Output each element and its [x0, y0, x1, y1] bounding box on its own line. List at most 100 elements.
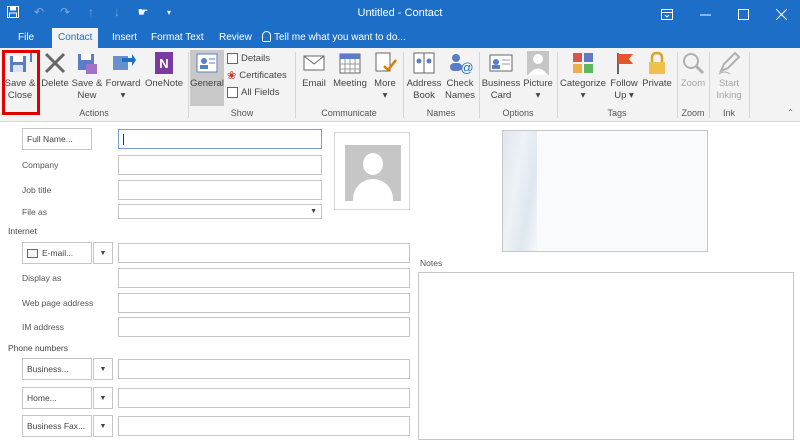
- more-label: More: [374, 78, 396, 89]
- follow-label: Follow: [610, 78, 638, 89]
- web-page-input[interactable]: [118, 293, 410, 313]
- group-label-names: Names: [426, 108, 456, 118]
- group-label-tags: Tags: [607, 108, 627, 118]
- business-fax-dropdown[interactable]: ▼: [93, 415, 113, 437]
- business-phone-dropdown[interactable]: ▼: [93, 358, 113, 380]
- lock-icon: [644, 50, 670, 76]
- follow-up-button[interactable]: Follow Up ▾: [608, 50, 640, 102]
- tab-contact[interactable]: Contact: [52, 28, 99, 48]
- web-page-label: Web page address: [22, 298, 94, 308]
- email-type-dropdown[interactable]: ▼: [93, 242, 113, 264]
- check-names-button[interactable]: @ Check Names: [444, 50, 476, 102]
- picture-label: Picture: [523, 78, 553, 89]
- all-fields-label: All Fields: [241, 87, 280, 98]
- notes-textarea[interactable]: [418, 272, 794, 440]
- business-phone-button[interactable]: Business...: [22, 358, 92, 380]
- business-card-icon: [488, 50, 514, 76]
- business-card-button[interactable]: Business Card: [481, 50, 521, 102]
- lightbulb-icon: [262, 31, 271, 42]
- more-icon: [372, 50, 398, 76]
- full-name-input[interactable]: [118, 129, 322, 149]
- delete-button[interactable]: Delete: [40, 50, 70, 90]
- file-as-select[interactable]: ▼: [118, 204, 322, 219]
- details-label: Details: [241, 53, 271, 64]
- tab-review[interactable]: Review: [213, 28, 258, 48]
- close-icon[interactable]: [762, 0, 800, 28]
- ribbon-tabs: File Contact Insert Format Text Review T…: [0, 28, 800, 48]
- address-book-button[interactable]: Address Book: [405, 50, 443, 102]
- file-as-label: File as: [22, 207, 48, 217]
- business-fax-input[interactable]: [118, 416, 410, 436]
- collapse-ribbon-icon[interactable]: ⌃: [787, 108, 794, 117]
- job-title-input[interactable]: [118, 180, 322, 200]
- business-phone-input[interactable]: [118, 359, 410, 379]
- tab-file[interactable]: File: [12, 28, 40, 48]
- more-dropdown-icon: ▾: [382, 90, 388, 101]
- window-controls: [648, 0, 800, 28]
- im-address-label: IM address: [22, 322, 65, 332]
- categorize-label: Categorize: [560, 78, 606, 89]
- check-names-label-2: Names: [444, 90, 476, 101]
- email-label: Email: [302, 78, 326, 89]
- svg-text:@: @: [460, 60, 473, 75]
- notes-label: Notes: [420, 258, 443, 268]
- forward-label: Forward: [105, 78, 141, 89]
- contact-photo[interactable]: [334, 132, 410, 210]
- start-inking-button[interactable]: Start Inking: [711, 50, 747, 102]
- maximize-icon[interactable]: [724, 0, 762, 28]
- full-name-button[interactable]: Full Name...: [22, 128, 92, 150]
- ribbon-display-icon[interactable]: [648, 0, 686, 28]
- details-button[interactable]: Details: [227, 51, 270, 66]
- display-as-input[interactable]: [118, 268, 410, 288]
- person-placeholder-icon: [345, 145, 401, 201]
- group-label-zoom: Zoom: [681, 108, 705, 118]
- email-button-label: E-mail...: [42, 248, 74, 258]
- group-label-ink: Ink: [722, 108, 735, 118]
- more-button[interactable]: More ▾: [370, 50, 400, 102]
- business-card-label-1: Business: [481, 78, 521, 89]
- all-fields-icon: [227, 87, 238, 98]
- im-address-input[interactable]: [118, 317, 410, 337]
- title-bar: ↶ ↷ ↑ ↓ ☛ ▾ Untitled - Contact: [0, 0, 800, 28]
- tab-insert[interactable]: Insert: [106, 28, 143, 48]
- home-phone-button[interactable]: Home...: [22, 387, 92, 409]
- tell-me-search[interactable]: Tell me what you want to do...: [262, 28, 406, 48]
- onenote-button[interactable]: N OneNote: [142, 50, 186, 90]
- group-label-communicate: Communicate: [321, 108, 377, 118]
- home-phone-input[interactable]: [118, 388, 410, 408]
- ribbon-separator: [188, 52, 189, 118]
- tell-me-text: Tell me what you want to do...: [274, 32, 406, 43]
- tab-format-text[interactable]: Format Text: [145, 28, 210, 48]
- group-label-options: Options: [502, 108, 534, 118]
- email-button[interactable]: Email: [298, 50, 330, 90]
- email-icon: [27, 248, 38, 258]
- zoom-button[interactable]: Zoom: [679, 50, 707, 90]
- all-fields-button[interactable]: All Fields: [227, 85, 280, 100]
- minimize-icon[interactable]: [686, 0, 724, 28]
- certificates-button[interactable]: ❀ Certificates: [227, 68, 287, 83]
- email-button[interactable]: E-mail...: [22, 242, 92, 264]
- contact-form: Full Name... Company Job title File as ▼…: [0, 122, 800, 440]
- start-inking-label-2: Inking: [716, 90, 742, 101]
- internet-section-label: Internet: [8, 226, 37, 236]
- text-caret: [123, 134, 124, 145]
- categorize-button[interactable]: Categorize ▾: [559, 50, 607, 102]
- save-close-highlight: [2, 50, 40, 115]
- save-new-button[interactable]: Save & New: [70, 50, 104, 102]
- certificate-icon: ❀: [227, 70, 237, 82]
- details-icon: [227, 53, 238, 64]
- picture-button[interactable]: Picture ▾: [522, 50, 554, 102]
- business-fax-button[interactable]: Business Fax...: [22, 415, 92, 437]
- private-button[interactable]: Private: [640, 50, 674, 90]
- email-input[interactable]: [118, 243, 410, 263]
- general-button[interactable]: General: [190, 50, 224, 106]
- business-card-label-2: Card: [490, 90, 512, 101]
- pen-icon: [716, 50, 742, 76]
- flag-icon: [611, 50, 637, 76]
- meeting-button[interactable]: Meeting: [331, 50, 369, 90]
- home-phone-dropdown[interactable]: ▼: [93, 387, 113, 409]
- forward-button[interactable]: Forward ▾: [104, 50, 142, 102]
- job-title-label: Job title: [22, 185, 52, 195]
- meeting-label: Meeting: [333, 78, 367, 89]
- company-input[interactable]: [118, 155, 322, 175]
